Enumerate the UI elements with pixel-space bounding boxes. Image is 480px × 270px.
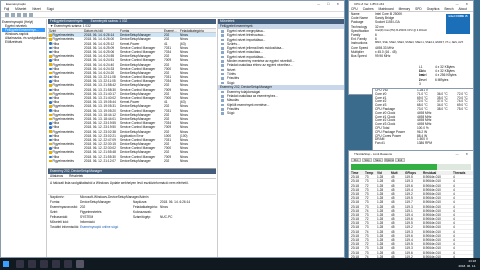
throttlestop-titlebar[interactable]: ThrottleStop - Limit Reasons — ✕: [349, 151, 473, 157]
filter-text: Események száma: 1 032: [54, 24, 91, 28]
explorer-icon[interactable]: [52, 260, 60, 268]
event-list-pane: Felügyeleti események Események száma: 1 …: [48, 19, 216, 257]
cache-label: Level 3: [419, 77, 427, 86]
cpuz-tab[interactable]: About: [459, 7, 467, 11]
throttlestop-window: ThrottleStop - Limit Reasons — ✕ Run Stop S…: [348, 150, 474, 262]
table-cell: 2018. 06. 12. 21:12:07: [84, 158, 116, 163]
cpuz-titlebar[interactable]: CPU-Z Ver. 1.85.0.x64 — ✕: [349, 1, 473, 7]
throttlestop-buttons: Run Stop Save Options Exit: [349, 157, 473, 163]
event-count: Események száma: 1 032: [90, 19, 128, 23]
help-icon[interactable]: [23, 13, 27, 17]
intel-brand-text: intel CORE i5: [448, 14, 468, 18]
sensor-list: CPU VID 1.281 V Core #0 71.0 °C 36.0 °C 72.0 …: [373, 89, 473, 146]
cpuz-field: Bus Speed 99.96 MHz: [349, 54, 473, 58]
search-icon[interactable]: [16, 260, 24, 268]
cpuz-title: CPU-Z Ver. 1.85.0.x64: [354, 2, 385, 6]
event-viewer-task-icon[interactable]: [76, 260, 84, 268]
sensor-cell: 1386 RPM: [417, 141, 433, 146]
clock-date: 2018. 06. 14.: [458, 263, 476, 268]
ts-window-controls[interactable]: — ✕: [456, 151, 471, 157]
cpuz-tab[interactable]: Memory: [399, 7, 411, 11]
actions-list-view: Egyéni nézet megnyitása... Egyéni nézet l…: [218, 29, 344, 85]
cache-value: 6 MBytes: [435, 77, 449, 82]
edge-icon[interactable]: [40, 260, 48, 268]
menu-item[interactable]: Nézet: [32, 7, 40, 11]
stop-button[interactable]: Stop: [362, 158, 372, 162]
cpuz-tab[interactable]: Graphics: [427, 7, 440, 11]
center-title: Felügyeleti események: [50, 19, 83, 23]
run-button[interactable]: Run: [351, 158, 361, 162]
menu-item[interactable]: Fájl: [4, 7, 9, 11]
sensor-row[interactable]: Fan #1 1386 RPM: [373, 141, 473, 146]
window-controls[interactable]: — ☐ ✕: [317, 1, 342, 7]
task-view-icon[interactable]: [28, 260, 36, 268]
actions-pane: Műveletek Felügyeleti események Egyéni n…: [217, 19, 344, 257]
detail-fields: Naplónév: Microsoft-Windows-DeviceSetupMa…: [48, 195, 216, 230]
detail-message: A hálózati lista szolgáltatásból a Windo…: [48, 179, 216, 195]
throttlestop-title: ThrottleStop - Limit Reasons: [354, 152, 393, 156]
hwmonitor-window: CPU VID 1.281 V Core #0 71.0 °C 36.0 °C 72.0 …: [372, 88, 474, 152]
properties-icon[interactable]: [29, 13, 33, 17]
results-table: Time Temp Vid Mult GFlops Residual Threads 23:1…: [349, 171, 473, 261]
back-icon[interactable]: [5, 13, 9, 17]
save-button[interactable]: Save: [373, 158, 383, 162]
system-clock[interactable]: 23:18 2018. 06. 14.: [458, 259, 476, 268]
navigation-tree: Eseménynapló (Helyi) Egyéni nézetek Felügy…: [1, 19, 49, 257]
menu-item[interactable]: Művelet: [15, 7, 26, 11]
table-row[interactable]: Figyelmeztetés 2018. 06. 12. 21:12:07 Devi…: [48, 159, 216, 163]
online-help-link[interactable]: Eseménynapló online súgó: [80, 225, 118, 230]
tree-item[interactable]: Előfizetések: [2, 40, 45, 44]
forward-icon[interactable]: [11, 13, 15, 17]
actions-list-event: Esemény tulajdonságai Feladat csatolása a…: [218, 90, 344, 116]
taskbar: 23:18 2018. 06. 14.: [0, 258, 480, 270]
detail-field-text: További információk:: [50, 225, 80, 229]
options-button[interactable]: Options: [384, 158, 394, 162]
intel-logo: intel CORE i5: [446, 14, 470, 34]
cpuz-tab[interactable]: Bench: [444, 7, 453, 11]
event-detail-pane: Esemény 202, DeviceSetupManager Általáno…: [48, 168, 216, 257]
window-title: Eseménynapló: [6, 2, 26, 6]
event-viewer-window: Eseménynapló — ☐ ✕ Fájl Művelet Nézet Súgó E…: [0, 0, 345, 258]
detail-tab[interactable]: Részletek: [69, 174, 83, 178]
event-viewer-titlebar[interactable]: Eseménynapló — ☐ ✕: [1, 1, 344, 7]
cpuz-value: 99.96 MHz: [375, 53, 391, 58]
detail-tab[interactable]: Általános: [50, 174, 63, 178]
cpuz-label: Bus Speed: [351, 53, 367, 58]
toolbar: [1, 12, 344, 18]
sensor-cell: Fan #1: [375, 141, 385, 146]
table-cell: Figyelmeztetés: [49, 159, 83, 163]
store-icon[interactable]: [64, 260, 72, 268]
table-cell: DeviceSetupManager: [120, 158, 151, 163]
table-cell: 202: [164, 158, 170, 163]
start-button[interactable]: [3, 261, 9, 267]
stress-progress-bar: [351, 164, 471, 170]
detail-field: További információk: Eseménynapló online …: [48, 225, 216, 230]
cpuz-tab[interactable]: Mainboard: [379, 7, 394, 11]
exit-button[interactable]: Exit: [395, 158, 405, 162]
event-table: Szint Dátum és idő Forrás Esemé... Feladatka…: [48, 29, 216, 167]
progress-fill: [351, 164, 438, 170]
cpuz-tab[interactable]: SPD: [415, 7, 422, 11]
action-item[interactable]: Súgó: [218, 81, 344, 85]
menu-item[interactable]: Súgó: [47, 7, 54, 11]
action-item[interactable]: Súgó: [218, 111, 344, 115]
cpuz-tab[interactable]: Caches: [363, 7, 374, 11]
table-cell: Nincs: [180, 158, 188, 163]
cpuz-tab[interactable]: CPU: [351, 7, 358, 11]
folder-icon[interactable]: [17, 13, 21, 17]
cpuz-window: CPU-Z Ver. 1.85.0.x64 — ✕ CPU Caches Mainbo…: [348, 0, 474, 95]
cpuz-window-controls[interactable]: — ✕: [456, 1, 471, 7]
